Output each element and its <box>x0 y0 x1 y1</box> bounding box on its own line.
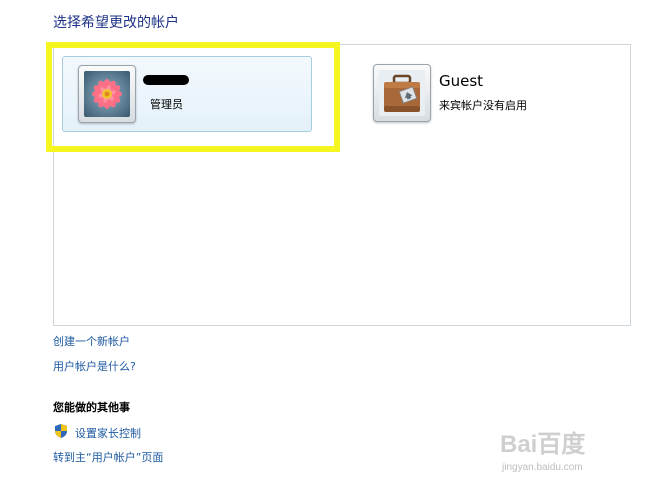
account-status: 来宾帐户没有启用 <box>439 99 527 112</box>
watermark-logo: Bai百度 <box>500 431 586 458</box>
account-name: Guest <box>439 72 484 90</box>
parental-controls-link[interactable]: 设置家长控制 <box>75 425 141 441</box>
watermark-url: jingyan.baidu.com <box>502 462 583 473</box>
other-tasks-heading: 您能做的其他事 <box>53 401 130 414</box>
watermark: Bai百度 jingyan.baidu.com <box>494 424 644 484</box>
flower-avatar-icon <box>84 71 130 117</box>
user-accounts-window: 选择希望更改的帐户 管理员 Guest 来宾帐户没有启用 创建一个新帐户 用户帐… <box>0 0 648 491</box>
avatar <box>78 65 136 123</box>
account-name-redacted <box>143 75 189 85</box>
shield-icon <box>53 423 69 439</box>
main-user-accounts-link[interactable]: 转到主“用户帐户”页面 <box>53 449 163 465</box>
what-is-account-link[interactable]: 用户帐户是什么? <box>53 358 136 374</box>
avatar <box>373 64 431 122</box>
account-tile-administrator[interactable]: 管理员 <box>62 56 312 132</box>
create-account-link[interactable]: 创建一个新帐户 <box>53 333 130 349</box>
account-role: 管理员 <box>150 98 183 111</box>
account-tile-guest[interactable]: Guest 来宾帐户没有启用 <box>358 56 608 132</box>
page-title: 选择希望更改的帐户 <box>53 15 179 31</box>
suitcase-avatar-icon <box>379 70 425 116</box>
